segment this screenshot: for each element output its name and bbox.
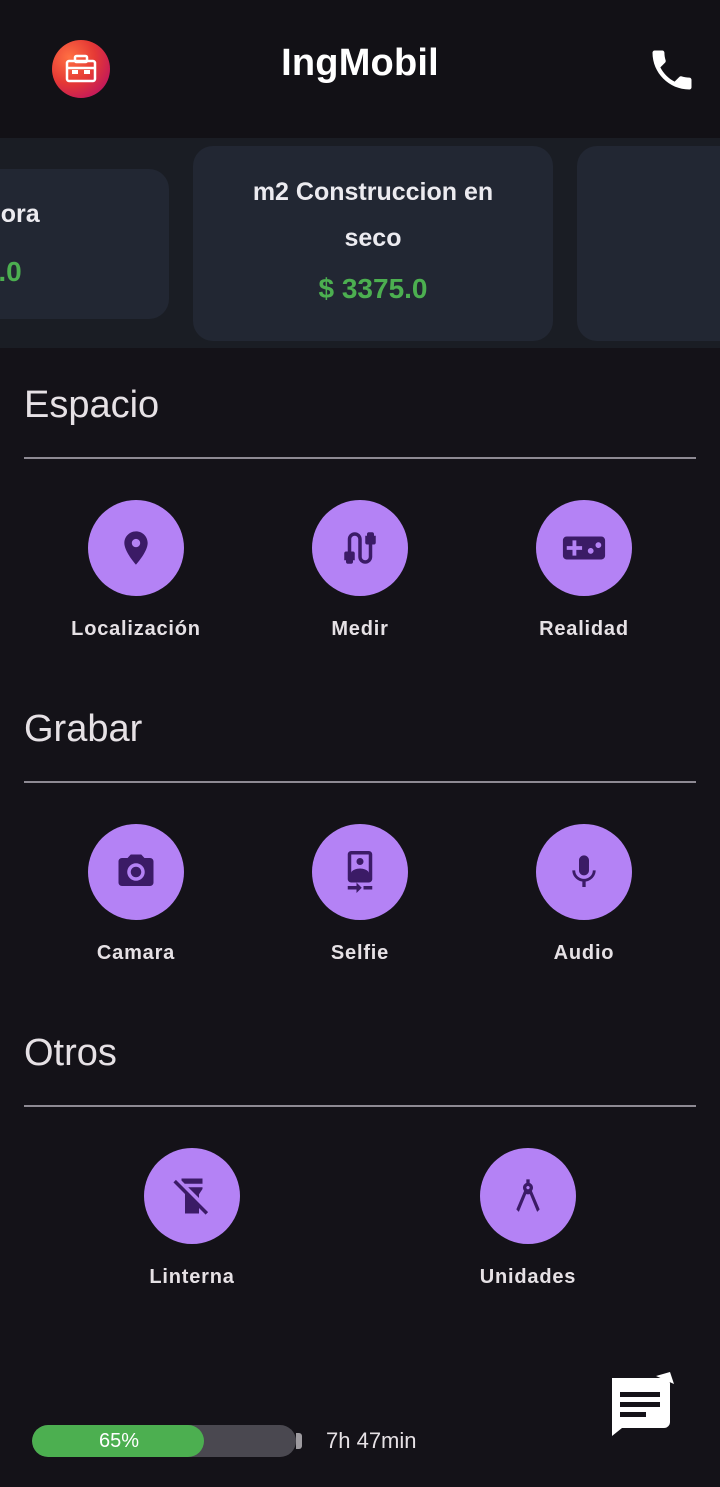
localizacion-label: Localización [71, 618, 201, 640]
camara-button[interactable]: Camara [36, 824, 236, 965]
linterna-button[interactable]: Linterna [92, 1148, 292, 1289]
section-title-otros: Otros [24, 1032, 117, 1074]
unidades-button[interactable]: Unidades [428, 1148, 628, 1289]
price-card-title: os hora [0, 200, 40, 228]
price-card-value: $ [577, 261, 720, 317]
battery-cap [296, 1433, 302, 1449]
unidades-label: Unidades [479, 1266, 577, 1288]
selfie-label: Selfie [330, 942, 390, 964]
chat-icon[interactable] [604, 1370, 678, 1440]
section-title-espacio: Espacio [24, 384, 160, 426]
price-card-title-line: m2 Co [577, 169, 720, 215]
price-carousel[interactable]: os hora 00.0 m2 Construccion en seco $ 3… [0, 138, 720, 348]
camera-icon [88, 824, 184, 920]
section-divider [24, 781, 696, 783]
compass-drawing-icon [480, 1148, 576, 1244]
top-app-bar: IngMobil [0, 0, 720, 138]
price-card-title: m2 Construccion en seco [193, 146, 553, 261]
price-card[interactable]: os hora 00.0 [0, 169, 169, 319]
app-screen: IngMobil os hora 00.0 m2 Construccion en… [0, 0, 720, 1487]
price-card[interactable]: m2 Co pref $ [577, 146, 720, 341]
selfie-button[interactable]: Selfie [260, 824, 460, 965]
price-card-title-line: pref [577, 215, 720, 261]
section-divider [24, 1105, 696, 1107]
battery-time-remaining: 7h 47min [326, 1428, 417, 1453]
cable-icon [312, 500, 408, 596]
location-pin-icon [88, 500, 184, 596]
battery-indicator: 65% [32, 1425, 302, 1457]
audio-label: Audio [553, 942, 615, 964]
medir-label: Medir [331, 618, 389, 640]
camera-front-icon [312, 824, 408, 920]
section-divider [24, 457, 696, 459]
localizacion-button[interactable]: Localización [36, 500, 236, 641]
camara-label: Camara [96, 942, 176, 964]
gamepad-icon [536, 500, 632, 596]
price-card[interactable]: m2 Construccion en seco $ 3375.0 [193, 146, 553, 341]
price-card-title-line: m2 Construccion en [252, 178, 494, 206]
phone-icon[interactable] [646, 44, 698, 96]
battery-track: 65% [32, 1425, 296, 1457]
realidad-button[interactable]: Realidad [484, 500, 684, 641]
section-title-grabar: Grabar [24, 708, 143, 750]
realidad-label: Realidad [539, 618, 629, 640]
price-card-title: m2 Co pref [577, 146, 720, 261]
battery-percent: 65% [98, 1430, 140, 1452]
app-title: IngMobil [281, 42, 439, 84]
medir-button[interactable]: Medir [260, 500, 460, 641]
microphone-icon [536, 824, 632, 920]
flashlight-off-icon [144, 1148, 240, 1244]
price-card-title-line: seco [344, 224, 402, 252]
audio-button[interactable]: Audio [484, 824, 684, 965]
price-card-value: 00.0 [0, 256, 22, 287]
linterna-label: Linterna [149, 1266, 235, 1288]
price-card-value: $ 3375.0 [318, 273, 428, 304]
